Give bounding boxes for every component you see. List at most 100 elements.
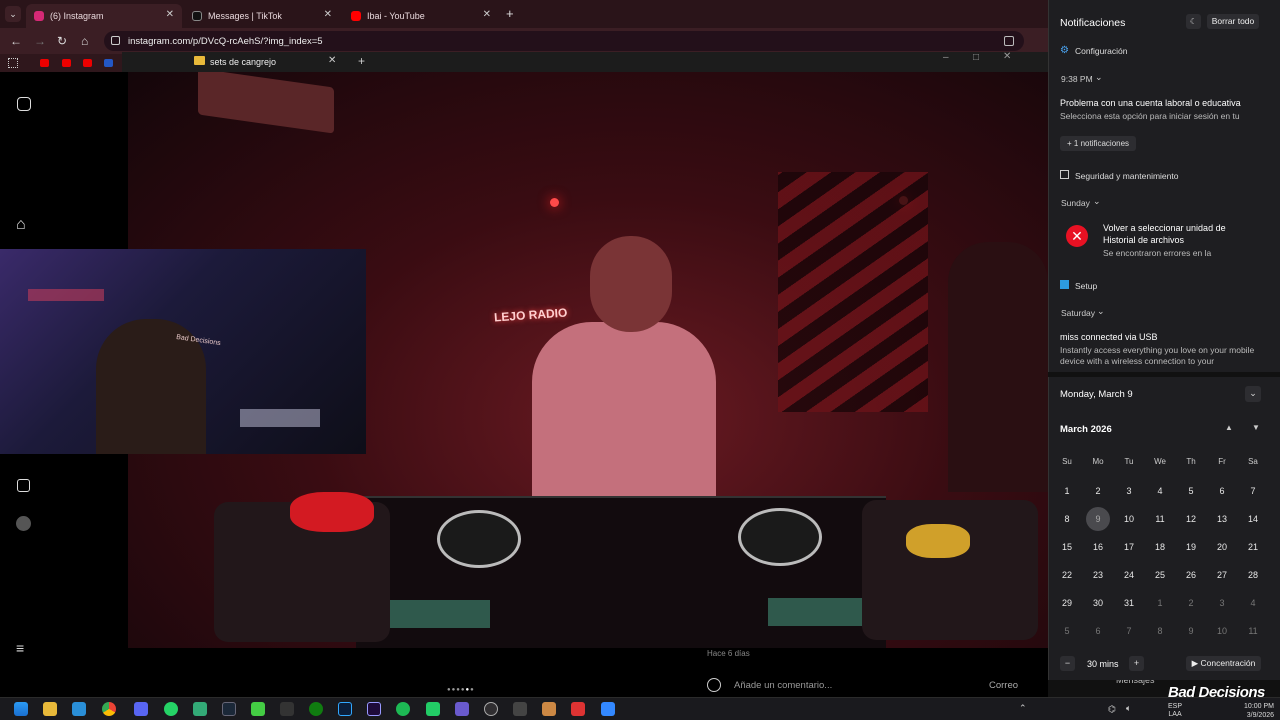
bookmark-youtube-icon[interactable] [40, 59, 49, 67]
calendar-day[interactable]: 1 [1148, 591, 1172, 615]
xbox-icon[interactable] [309, 702, 323, 716]
calendar-day[interactable]: 27 [1210, 563, 1234, 587]
chevron-down-icon[interactable]: ⌄ [1093, 196, 1101, 207]
next-month-icon[interactable]: ▼ [1252, 423, 1260, 432]
post-button[interactable]: Correo [989, 680, 1018, 691]
calendar-day[interactable]: 30 [1086, 591, 1110, 615]
clock[interactable]: 10:00 PM 3/9/2026 [1230, 702, 1274, 720]
app-icon[interactable] [426, 702, 440, 716]
app-icon[interactable] [193, 702, 207, 716]
calendar-day[interactable]: 17 [1117, 535, 1141, 559]
reload-icon[interactable]: ↻ [57, 34, 67, 48]
calendar-day[interactable]: 8 [1148, 619, 1172, 643]
settings-label[interactable]: Configuración [1075, 46, 1127, 56]
minimize-icon[interactable]: – [943, 52, 949, 63]
language-indicator[interactable]: ESP LAA [1168, 703, 1182, 719]
tab-instagram[interactable]: (6) Instagram ✕ [26, 4, 182, 28]
calendar-day[interactable]: 15 [1055, 535, 1079, 559]
focus-button[interactable]: ▶ Concentración [1186, 656, 1261, 671]
increase-focus-button[interactable]: + [1129, 656, 1144, 671]
calendar-day[interactable]: 4 [1148, 479, 1172, 503]
notification-title[interactable]: Problema con una cuenta laboral o educat… [1060, 98, 1276, 108]
calendar-day[interactable]: 23 [1086, 563, 1110, 587]
app-icon[interactable] [571, 702, 585, 716]
calendar-day[interactable]: 3 [1210, 591, 1234, 615]
tab-youtube[interactable]: Ibai - YouTube ✕ [343, 4, 499, 28]
emoji-icon[interactable] [707, 678, 721, 692]
explorer-tab-label[interactable]: sets de cangrejo [210, 57, 276, 67]
chevron-up-icon[interactable]: ⌃ [1019, 703, 1027, 714]
new-tab-button[interactable]: + [506, 6, 514, 21]
calendar-day[interactable]: 9 [1179, 619, 1203, 643]
calendar-day[interactable]: 10 [1210, 619, 1234, 643]
tab-list-icon[interactable]: ⌄ [5, 6, 21, 22]
app-icon[interactable] [601, 702, 615, 716]
app-icon[interactable] [513, 702, 527, 716]
bookmark-youtube-icon[interactable] [83, 59, 92, 67]
calendar-day[interactable]: 18 [1148, 535, 1172, 559]
calendar-day[interactable]: 21 [1241, 535, 1265, 559]
dashboard-icon[interactable] [17, 479, 30, 492]
calendar-day[interactable]: 12 [1179, 507, 1203, 531]
forward-icon[interactable]: → [34, 34, 46, 48]
premiere-icon[interactable] [367, 702, 381, 716]
calendar-day[interactable]: 11 [1148, 507, 1172, 531]
decrease-focus-button[interactable]: − [1060, 656, 1075, 671]
chrome-icon[interactable] [102, 702, 116, 716]
month-label[interactable]: March 2026 [1060, 424, 1112, 435]
calendar-day[interactable]: 4 [1241, 591, 1265, 615]
close-window-icon[interactable]: ✕ [1003, 51, 1011, 62]
gear-icon[interactable]: ⚙ [1060, 45, 1069, 56]
clear-all-button[interactable]: Borrar todo [1207, 14, 1259, 29]
calendar-day[interactable]: 5 [1179, 479, 1203, 503]
close-icon[interactable]: ✕ [166, 9, 174, 20]
calendar-day[interactable]: 11 [1241, 619, 1265, 643]
notification-title[interactable]: miss connected via USB [1060, 332, 1158, 342]
calendar-day[interactable]: 19 [1179, 535, 1203, 559]
discord-icon[interactable] [134, 702, 148, 716]
calendar-day[interactable]: 3 [1117, 479, 1141, 503]
home-icon[interactable]: ⌂ [16, 216, 26, 234]
collapse-calendar-button[interactable]: ⌄ [1245, 386, 1261, 402]
calendar-day[interactable]: 7 [1241, 479, 1265, 503]
do-not-disturb-icon[interactable]: ☾ [1186, 14, 1201, 29]
close-icon[interactable]: ✕ [324, 9, 332, 20]
calendar-day[interactable]: 1 [1055, 479, 1079, 503]
back-icon[interactable]: ← [10, 34, 22, 48]
obs-icon[interactable] [484, 702, 498, 716]
calendar-day[interactable]: 20 [1210, 535, 1234, 559]
calendar-day[interactable]: 29 [1055, 591, 1079, 615]
calendar-day[interactable]: 13 [1210, 507, 1234, 531]
calendar-day[interactable]: 24 [1117, 563, 1141, 587]
calendar-day[interactable]: 10 [1117, 507, 1141, 531]
calendar-day[interactable]: 26 [1179, 563, 1203, 587]
steam-icon[interactable] [222, 702, 236, 716]
notification-title[interactable]: Volver a seleccionar unidad de Historial… [1103, 222, 1243, 246]
calendar-day[interactable]: 31 [1117, 591, 1141, 615]
translate-icon[interactable] [1004, 36, 1014, 46]
calendar-day[interactable]: 6 [1086, 619, 1110, 643]
site-info-icon[interactable] [111, 36, 120, 45]
app-icon[interactable] [542, 702, 556, 716]
network-icon[interactable]: ⌬ [1108, 704, 1116, 715]
calendar-day[interactable]: 6 [1210, 479, 1234, 503]
calendar-day[interactable]: 2 [1086, 479, 1110, 503]
volume-icon[interactable]: 🔈︎ [1126, 703, 1131, 714]
calendar-day-today[interactable]: 9 [1086, 507, 1110, 531]
avatar[interactable] [16, 516, 31, 531]
home-icon[interactable]: ⌂ [81, 34, 88, 48]
file-explorer-icon[interactable] [43, 702, 57, 716]
apps-icon[interactable] [8, 58, 18, 68]
app-icon[interactable] [251, 702, 265, 716]
spotify-icon[interactable] [396, 702, 410, 716]
calendar-day[interactable]: 8 [1055, 507, 1079, 531]
calendar-day[interactable]: 14 [1241, 507, 1265, 531]
calendar-day[interactable]: 16 [1086, 535, 1110, 559]
menu-icon[interactable]: ≡ [16, 640, 24, 656]
bookmark-youtube-icon[interactable] [62, 59, 71, 67]
calendar-day[interactable]: 5 [1055, 619, 1079, 643]
more-notifications-button[interactable]: + 1 notificaciones [1060, 136, 1137, 151]
maximize-icon[interactable]: □ [973, 52, 979, 63]
calendar-day[interactable]: 25 [1148, 563, 1172, 587]
calendar-day[interactable]: 22 [1055, 563, 1079, 587]
